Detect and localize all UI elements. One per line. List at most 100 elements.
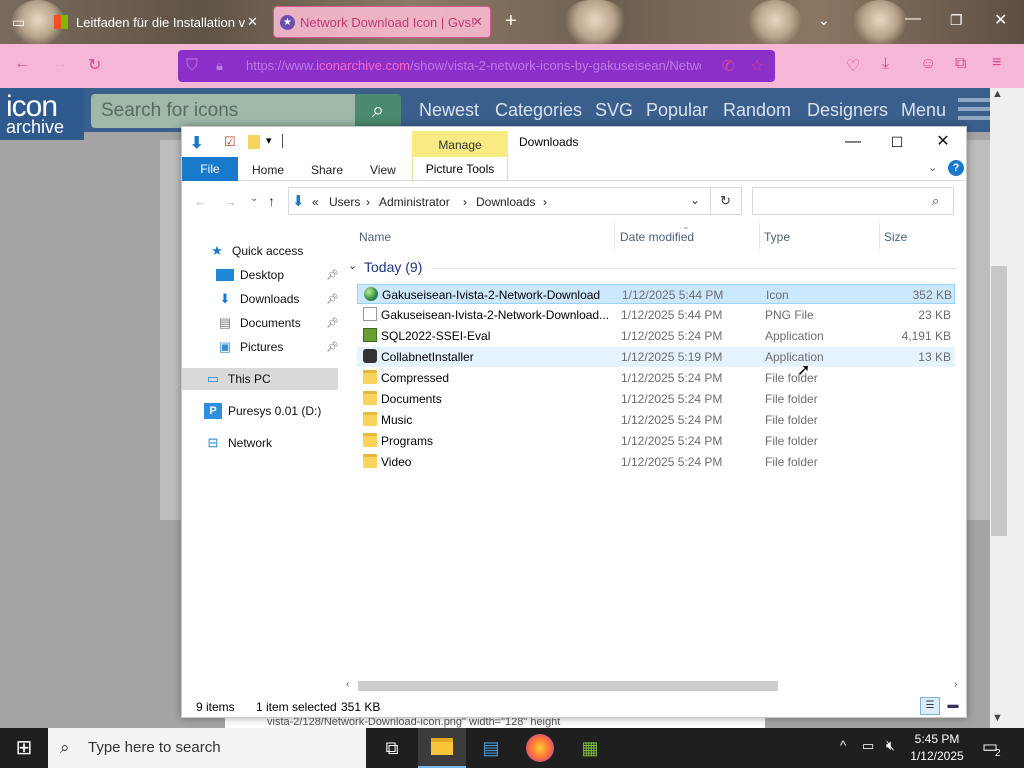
- breadcrumb-overflow[interactable]: «: [312, 195, 319, 209]
- close-tab-icon[interactable]: ✕: [472, 14, 483, 30]
- nav-desktop[interactable]: Desktop 📌︎: [182, 264, 339, 286]
- volume-muted-icon[interactable]: 🔇︎: [886, 737, 895, 754]
- extensions-icon[interactable]: ⧉: [955, 55, 966, 73]
- scroll-up-icon[interactable]: ▲: [992, 88, 1003, 100]
- file-row[interactable]: Programs 1/12/2025 5:24 PM File folder: [357, 431, 955, 451]
- file-row[interactable]: SQL2022-SSEI-Eval 1/12/2025 5:24 PM Applic…: [357, 326, 955, 346]
- scroll-down-icon[interactable]: ▼: [992, 712, 1003, 724]
- column-size[interactable]: Size: [884, 230, 907, 244]
- customize-toolbar-icon[interactable]: ▾: [266, 134, 272, 147]
- column-type[interactable]: Type: [764, 230, 790, 244]
- taskbar-file-explorer[interactable]: [418, 728, 466, 768]
- up-icon[interactable]: ↑: [268, 193, 275, 209]
- chevron-right-icon[interactable]: ›: [543, 195, 547, 209]
- back-icon[interactable]: ←: [194, 194, 207, 209]
- downloads-icon[interactable]: ⤓: [882, 55, 889, 73]
- nav-categories[interactable]: Categories: [495, 100, 582, 121]
- nav-documents[interactable]: ▤ Documents 📌︎: [182, 312, 339, 334]
- pin-icon[interactable]: 📌︎: [326, 270, 339, 281]
- scroll-right-icon[interactable]: ›: [954, 679, 957, 690]
- group-header[interactable]: Today (9): [364, 259, 422, 275]
- new-folder-icon[interactable]: [248, 135, 260, 149]
- file-row[interactable]: Gakuseisean-Ivista-2-Network-Download 1/1…: [357, 284, 955, 304]
- collapse-group-icon[interactable]: ⌄: [348, 259, 357, 272]
- task-view-icon[interactable]: ⧉: [378, 734, 406, 762]
- page-scrollbar[interactable]: ▲ ▼: [990, 88, 1024, 728]
- breadcrumb-downloads[interactable]: Downloads: [476, 195, 535, 209]
- reload-icon[interactable]: ↻: [88, 55, 101, 75]
- show-hidden-icons-icon[interactable]: ^: [840, 738, 846, 753]
- search-button[interactable]: ⌕: [355, 94, 401, 128]
- pin-icon[interactable]: 📌︎: [326, 318, 339, 329]
- hamburger-icon[interactable]: [958, 98, 990, 124]
- scrollbar-thumb[interactable]: [358, 681, 778, 691]
- shield-icon[interactable]: ⛉: [186, 57, 198, 75]
- nav-quick-access[interactable]: ★ Quick access: [182, 240, 338, 262]
- window-title-bar[interactable]: ⬇ ☑ ▾ Manage Downloads — ☐ ✕: [182, 127, 966, 157]
- ribbon-tab-file[interactable]: File: [182, 157, 238, 181]
- new-tab-icon[interactable]: +: [505, 10, 517, 33]
- close-tab-icon[interactable]: ✕: [247, 14, 258, 30]
- expand-ribbon-icon[interactable]: ⌄: [928, 161, 937, 174]
- site-logo[interactable]: icon archive: [0, 88, 84, 140]
- close-button[interactable]: ✕: [920, 130, 966, 154]
- search-downloads-input[interactable]: [752, 187, 954, 215]
- properties-icon[interactable]: ☑: [224, 134, 236, 150]
- scroll-left-icon[interactable]: ‹: [346, 679, 349, 690]
- site-search-input[interactable]: Search for icons: [91, 94, 355, 128]
- manage-tab[interactable]: Manage: [412, 131, 508, 157]
- browser-tab-1[interactable]: Leitfaden für die Installation vo: [50, 6, 245, 38]
- tab-list-icon[interactable]: ▭: [12, 14, 25, 31]
- file-row[interactable]: Compressed 1/12/2025 5:24 PM File folder: [357, 368, 955, 388]
- nav-menu[interactable]: Menu: [901, 100, 946, 121]
- breadcrumb-users[interactable]: Users: [329, 195, 360, 209]
- pin-icon[interactable]: 📌︎: [326, 342, 339, 353]
- forward-icon[interactable]: →: [52, 55, 68, 73]
- network-tray-icon[interactable]: ▭: [862, 738, 874, 754]
- nav-downloads[interactable]: ⬇ Downloads 📌︎: [182, 288, 339, 310]
- pocket-icon[interactable]: ♡: [846, 56, 860, 76]
- forward-icon[interactable]: →: [224, 194, 237, 209]
- nav-svg[interactable]: SVG: [595, 100, 633, 121]
- nav-this-pc[interactable]: ▭ This PC: [182, 368, 338, 390]
- nav-designers[interactable]: Designers: [807, 100, 888, 121]
- url-text[interactable]: https://www.iconarchive.com/show/vista-2…: [246, 58, 701, 73]
- breadcrumb-administrator[interactable]: Administrator: [379, 195, 450, 209]
- file-row[interactable]: Gakuseisean-Ivista-2-Network-Download...…: [357, 305, 955, 325]
- file-row[interactable]: CollabnetInstaller 1/12/2025 5:19 PM Appli…: [357, 347, 955, 367]
- installer-icon[interactable]: ▦: [576, 734, 604, 762]
- nav-newest[interactable]: Newest: [419, 100, 479, 121]
- recent-locations-icon[interactable]: ⌄: [250, 193, 258, 204]
- ribbon-tab-view[interactable]: View: [370, 163, 396, 177]
- menu-icon[interactable]: ≡: [992, 54, 1001, 72]
- bookmark-star-icon[interactable]: ☆: [750, 56, 764, 76]
- column-name[interactable]: Name: [359, 230, 391, 244]
- nav-drive-d[interactable]: P Puresys 0.01 (D:): [182, 400, 338, 422]
- file-row[interactable]: Music 1/12/2025 5:24 PM File folder: [357, 410, 955, 430]
- chevron-down-icon[interactable]: ⌄: [818, 12, 830, 29]
- firefox-icon[interactable]: [526, 734, 554, 762]
- minimize-button[interactable]: —: [830, 130, 876, 154]
- ribbon-tab-picture-tools[interactable]: Picture Tools: [412, 157, 508, 181]
- taskbar-search-input[interactable]: Type here to search: [48, 728, 366, 768]
- details-view-icon[interactable]: ☰: [920, 697, 940, 715]
- file-row[interactable]: Documents 1/12/2025 5:24 PM File folder: [357, 389, 955, 409]
- nav-network[interactable]: ⊟ Network: [182, 432, 338, 454]
- clock[interactable]: 5:45 PM 1/12/2025: [907, 731, 967, 765]
- nav-popular[interactable]: Popular: [646, 100, 708, 121]
- phone-icon[interactable]: ✆: [722, 57, 735, 75]
- ribbon-tab-share[interactable]: Share: [311, 163, 343, 177]
- column-date-modified[interactable]: Date modified: [620, 230, 694, 244]
- ribbon-tab-home[interactable]: Home: [252, 163, 284, 177]
- large-icons-view-icon[interactable]: ▬: [944, 697, 962, 715]
- account-icon[interactable]: ☺: [920, 55, 936, 73]
- back-icon[interactable]: ←: [14, 55, 30, 73]
- refresh-icon[interactable]: ↻: [720, 193, 731, 209]
- address-dropdown-icon[interactable]: ⌄: [690, 193, 700, 207]
- pin-icon[interactable]: 📌︎: [326, 294, 339, 305]
- windows-start-icon[interactable]: ⊞: [10, 734, 38, 762]
- chevron-right-icon[interactable]: ›: [366, 195, 370, 209]
- browser-tab-2[interactable]: ★ Network Download Icon | Gvs!: [273, 6, 491, 38]
- scrollbar-thumb[interactable]: [991, 266, 1007, 536]
- restore-icon[interactable]: ❐: [950, 12, 963, 29]
